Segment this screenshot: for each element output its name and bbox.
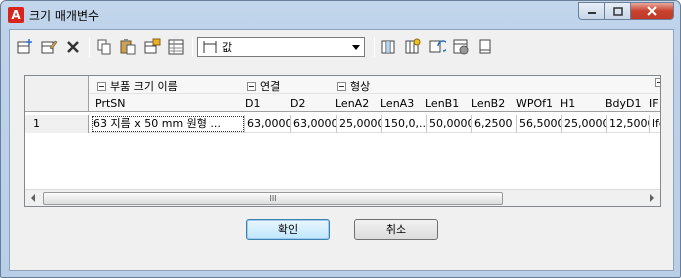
group-label: 형상 bbox=[350, 80, 371, 93]
convert-icon bbox=[429, 40, 446, 53]
value-type-selected: 값 bbox=[222, 41, 233, 54]
cell-wpof1[interactable]: 56,5000 bbox=[517, 115, 562, 133]
title-bar: A 크기 매개변수 bbox=[1, 1, 680, 29]
edit-row-icon bbox=[41, 40, 58, 54]
maximize-button[interactable] bbox=[604, 2, 630, 20]
copy-button[interactable] bbox=[93, 36, 115, 58]
add-column-icon bbox=[381, 40, 395, 54]
dimension-icon bbox=[203, 41, 217, 53]
cell-lenb1[interactable]: 50,0000 bbox=[427, 115, 472, 133]
toolbar-separator bbox=[89, 37, 90, 57]
column-header-lena2[interactable]: LenA2 bbox=[335, 97, 369, 110]
window-title: 크기 매개변수 bbox=[29, 9, 100, 23]
close-icon bbox=[647, 6, 657, 16]
value-type-dropdown[interactable]: 값 bbox=[197, 37, 365, 57]
scrollbar-thumb[interactable]: III bbox=[43, 192, 503, 205]
chevron-down-icon bbox=[352, 45, 360, 50]
book-icon bbox=[479, 39, 491, 54]
table-settings-icon bbox=[453, 39, 469, 55]
toolbar-separator bbox=[374, 37, 375, 57]
minimize-button[interactable] bbox=[578, 2, 604, 20]
copy-icon bbox=[97, 39, 111, 55]
edit-row-button[interactable] bbox=[38, 36, 60, 58]
ok-button[interactable]: 확인 bbox=[246, 219, 330, 240]
toolbar: 값 bbox=[14, 34, 670, 60]
cell-lena2[interactable]: 25,0000 bbox=[337, 115, 382, 133]
column-header-bdyd1[interactable]: BdyD1 bbox=[605, 97, 642, 110]
collapse-icon[interactable] bbox=[655, 78, 660, 87]
cell-d2[interactable]: 63,0000 bbox=[291, 115, 337, 133]
scroll-left-icon[interactable] bbox=[31, 194, 35, 202]
collapse-icon[interactable] bbox=[97, 81, 106, 91]
maximize-icon bbox=[612, 6, 623, 16]
size-parameters-dialog: A 크기 매개변수 값 부품 크기 이름 연결 형상 PrtSN D1 D2 L… bbox=[0, 0, 681, 278]
collapse-icon[interactable] bbox=[247, 81, 256, 91]
add-row-button[interactable] bbox=[14, 36, 36, 58]
scroll-right-icon[interactable] bbox=[650, 194, 654, 202]
group-geometry[interactable]: 형상 bbox=[337, 78, 370, 94]
column-header-lenb2[interactable]: LenB2 bbox=[471, 97, 505, 110]
delete-button[interactable] bbox=[62, 36, 84, 58]
delete-icon bbox=[67, 41, 79, 53]
window-controls bbox=[578, 2, 674, 20]
minimize-icon bbox=[587, 12, 596, 14]
paste-icon bbox=[120, 39, 136, 55]
new-column-icon bbox=[405, 38, 421, 54]
dialog-client-area: 값 부품 크기 이름 연결 형상 PrtSN D1 D2 LenA2 LenA3… bbox=[9, 29, 674, 271]
column-header-lenb1[interactable]: LenB1 bbox=[425, 97, 459, 110]
table-settings-button[interactable] bbox=[450, 36, 472, 58]
column-header-prtsn[interactable]: PrtSN bbox=[95, 97, 126, 110]
cell-if[interactable]: lfc bbox=[650, 115, 660, 133]
cancel-button[interactable]: 취소 bbox=[354, 219, 438, 240]
collapse-icon[interactable] bbox=[337, 81, 346, 91]
cell-d1[interactable]: 63,0000 bbox=[245, 115, 291, 133]
add-row-icon bbox=[17, 39, 32, 54]
horizontal-scrollbar[interactable]: III bbox=[25, 189, 660, 206]
column-header-d1[interactable]: D1 bbox=[245, 97, 260, 110]
column-header-if[interactable]: IF bbox=[649, 97, 659, 110]
new-column-button[interactable] bbox=[402, 36, 424, 58]
paste-button[interactable] bbox=[117, 36, 139, 58]
cell-bdyd1[interactable]: 12,5000 bbox=[607, 115, 650, 133]
cell-lena3[interactable]: 150,0,... bbox=[382, 115, 427, 133]
cell-prtsn[interactable]: 63 지름 x 50 mm 원형 ... bbox=[91, 115, 245, 133]
cell-h1[interactable]: 25,0000 bbox=[562, 115, 607, 133]
group-connection[interactable]: 연결 bbox=[247, 78, 280, 94]
column-header-wpof1[interactable]: WPOf1 bbox=[516, 97, 553, 110]
column-header-lena3[interactable]: LenA3 bbox=[380, 97, 414, 110]
table-row[interactable]: 1 63 지름 x 50 mm 원형 ... 63,0000 63,0000 2… bbox=[25, 115, 660, 133]
column-header-d2[interactable]: D2 bbox=[290, 97, 305, 110]
cell-lenb2[interactable]: 6,2500 bbox=[472, 115, 517, 133]
grid-corner bbox=[25, 76, 89, 112]
import-table-icon bbox=[144, 38, 161, 54]
import-button[interactable] bbox=[141, 36, 163, 58]
group-label: 연결 bbox=[260, 80, 281, 93]
column-header-h1[interactable]: H1 bbox=[560, 97, 575, 110]
toolbar-separator bbox=[192, 37, 193, 57]
group-label: 부품 크기 이름 bbox=[110, 80, 178, 93]
app-logo-icon: A bbox=[8, 7, 24, 23]
book-button[interactable] bbox=[474, 36, 496, 58]
row-header[interactable]: 1 bbox=[25, 115, 89, 133]
table-view-button[interactable] bbox=[165, 36, 187, 58]
parameters-grid[interactable]: 부품 크기 이름 연결 형상 PrtSN D1 D2 LenA2 LenA3 L… bbox=[24, 75, 661, 207]
table-view-icon bbox=[168, 39, 184, 55]
group-part-size-name[interactable]: 부품 크기 이름 bbox=[97, 78, 178, 94]
add-column-button[interactable] bbox=[378, 36, 400, 58]
convert-button[interactable] bbox=[426, 36, 448, 58]
group-next[interactable] bbox=[655, 78, 660, 87]
close-button[interactable] bbox=[630, 2, 674, 20]
